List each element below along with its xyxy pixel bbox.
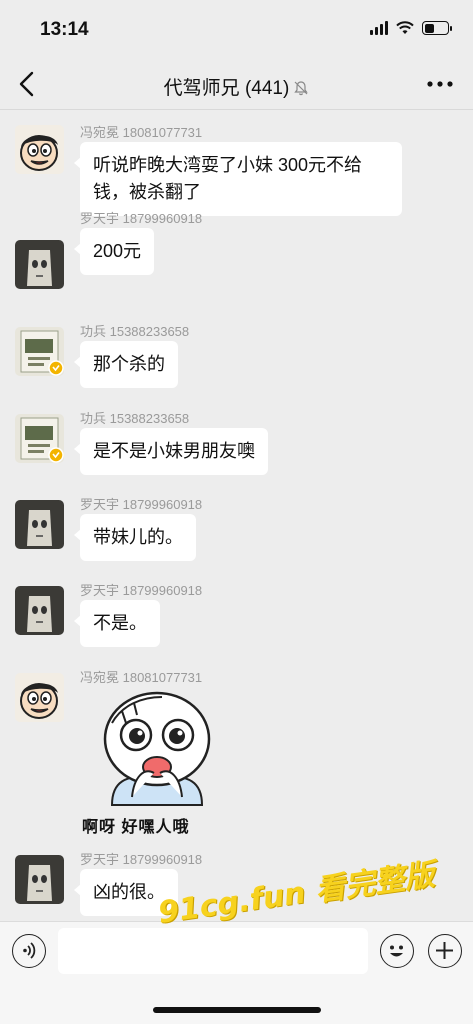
sender-name: 罗天宇 18799960918 — [80, 852, 203, 867]
sender-name: 功兵 15388233658 — [80, 411, 190, 426]
poster-avatar[interactable] — [15, 414, 64, 463]
sender-name: 罗天宇 18799960918 — [80, 497, 203, 512]
emoji-icon — [390, 945, 403, 957]
poster-avatar[interactable] — [15, 327, 64, 376]
sticker-caption: 啊呀 好嘿人哦 — [82, 819, 190, 836]
chat-title: 代驾师兄 (441) — [163, 78, 290, 99]
plus-icon — [436, 942, 453, 959]
sender-name: 冯宛冕 18081077731 — [80, 125, 203, 140]
home-indicator — [153, 1007, 321, 1013]
mask-face-avatar[interactable] — [15, 240, 64, 289]
message-bubble[interactable]: 不是。 — [74, 600, 160, 647]
emoji-button[interactable] — [380, 934, 414, 968]
voice-button[interactable] — [12, 934, 46, 968]
message-bubble[interactable]: 听说昨晚大湾耍了小妹 300元不给钱，被杀翻了 — [74, 142, 402, 216]
mute-icon — [294, 81, 309, 96]
sticker-message[interactable]: 啊呀 好嘿人哦 — [82, 687, 242, 847]
more-icon[interactable] — [425, 74, 455, 94]
sender-name: 功兵 15388233658 — [80, 324, 190, 339]
plus-button[interactable] — [428, 934, 462, 968]
mask-face-avatar[interactable] — [15, 500, 64, 549]
message-input[interactable] — [58, 928, 368, 974]
battery-icon — [422, 21, 452, 35]
message-bubble[interactable]: 是不是小妹男朋友噢 — [74, 428, 268, 475]
status-time: 13:14 — [40, 19, 89, 40]
chat-message-list[interactable]: 冯宛冕 18081077731 听说昨晚大湾耍了小妹 300元不给钱，被杀翻了 … — [0, 111, 473, 921]
mask-face-avatar[interactable] — [15, 855, 64, 904]
cellular-signal-icon — [370, 21, 388, 35]
cartoon-face-avatar[interactable] — [15, 673, 64, 722]
scared-face-sticker-icon — [103, 691, 211, 806]
status-bar: 13:14 — [0, 0, 473, 60]
status-icons — [370, 21, 452, 35]
sender-name: 罗天宇 18799960918 — [80, 211, 203, 226]
mask-face-avatar[interactable] — [15, 586, 64, 635]
voice-icon — [23, 942, 36, 959]
message-bubble[interactable]: 那个杀的 — [74, 341, 178, 388]
input-bar — [0, 921, 473, 1024]
nav-bar: 代驾师兄 (441) — [0, 60, 473, 110]
cartoon-face-avatar[interactable] — [15, 125, 64, 174]
message-bubble[interactable]: 200元 — [73, 228, 155, 275]
message-bubble[interactable]: 带妹儿的。 — [74, 514, 196, 561]
sender-name: 罗天宇 18799960918 — [80, 583, 203, 598]
wifi-icon — [396, 21, 414, 34]
page-title: 代驾师兄 (441) — [0, 73, 473, 100]
sender-name: 冯宛冕 18081077731 — [80, 670, 203, 685]
